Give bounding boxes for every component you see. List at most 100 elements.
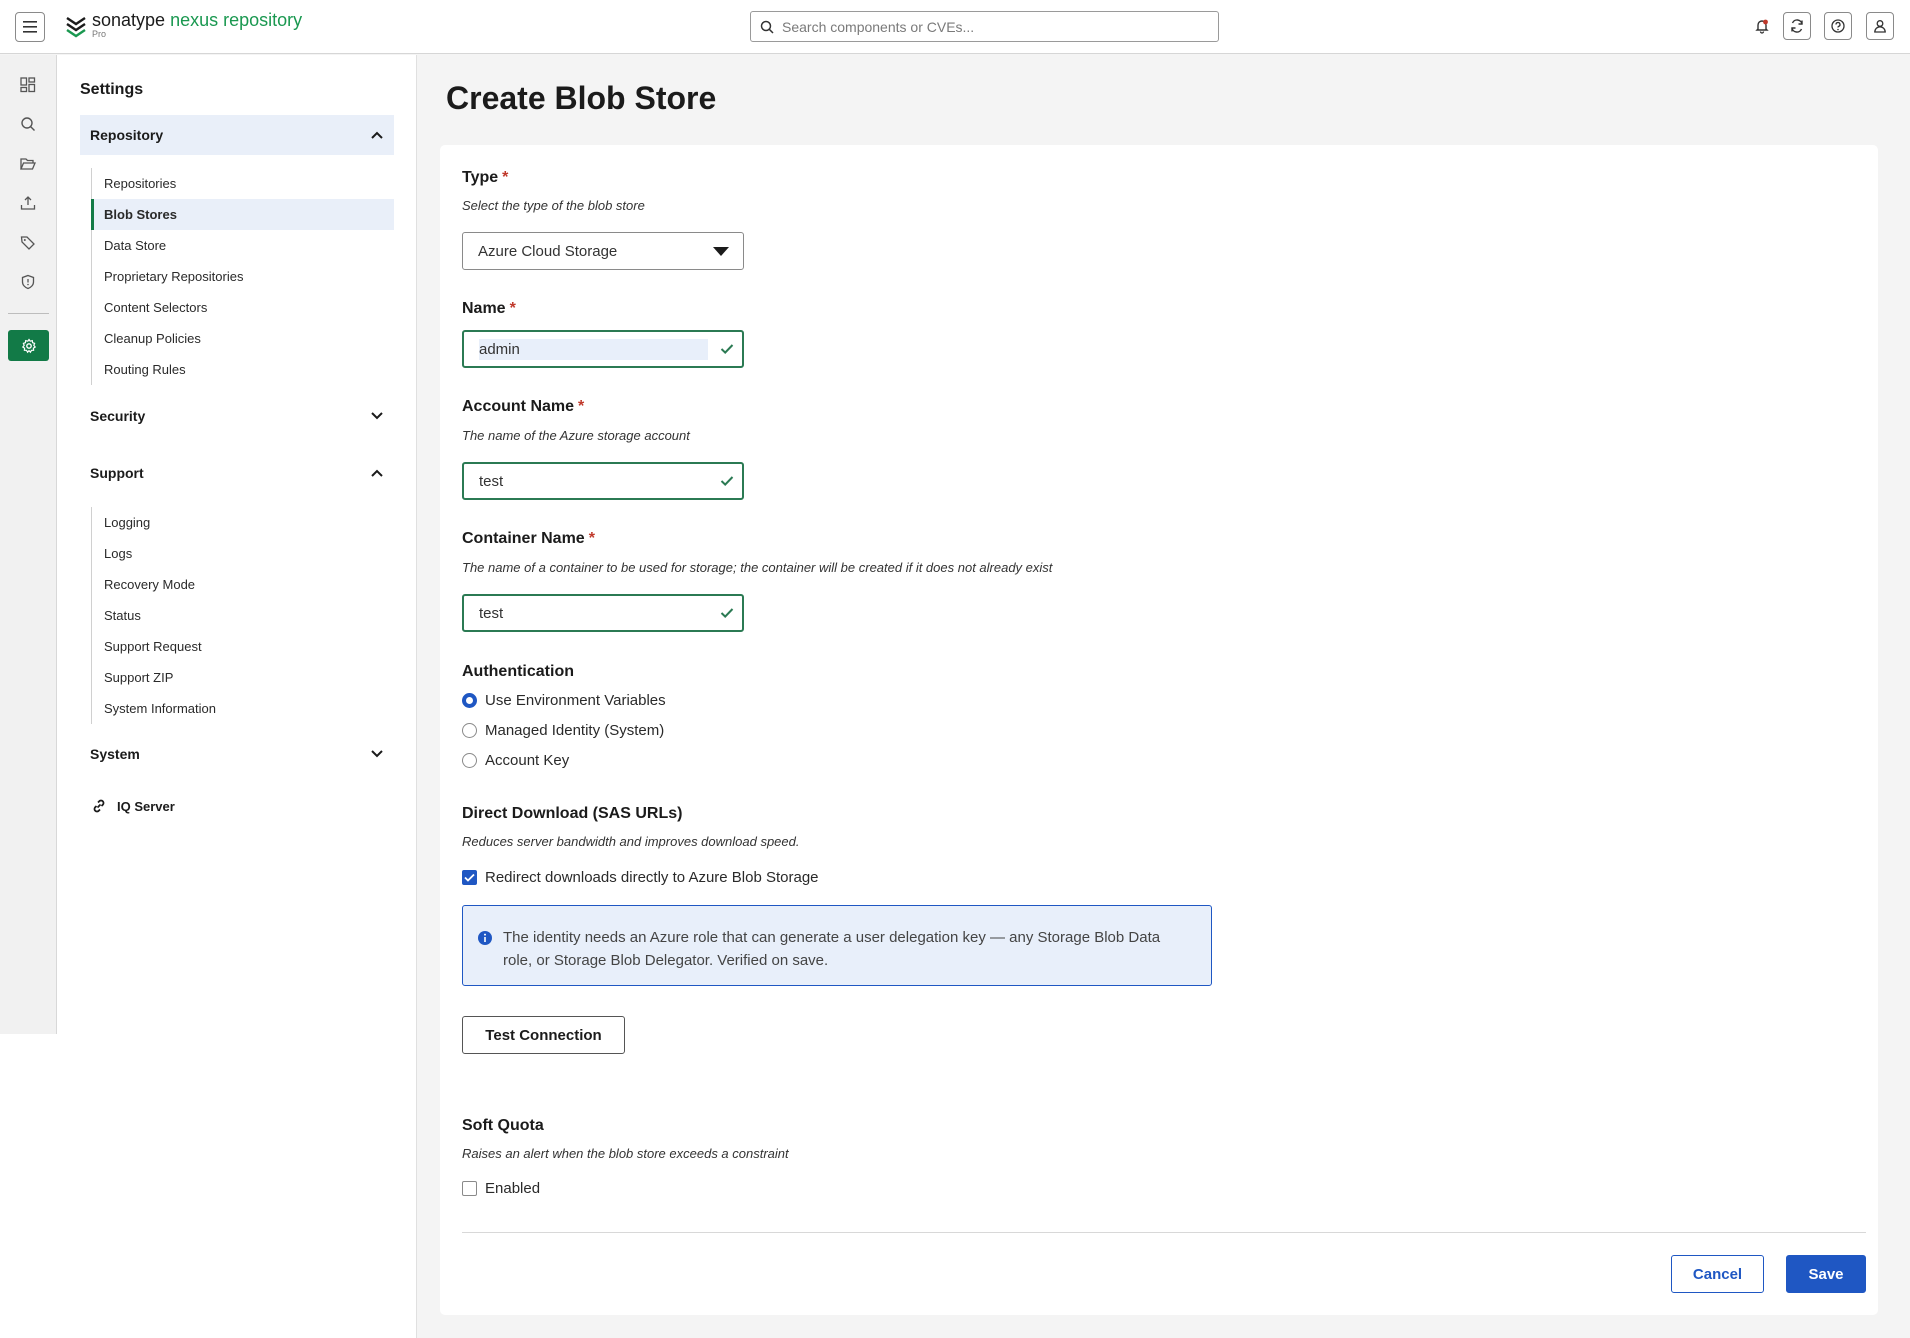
- container-name-label: Container Name *: [462, 530, 595, 548]
- radio-unselected[interactable]: [462, 753, 477, 768]
- check-icon: [712, 607, 742, 619]
- hamburger-menu-button[interactable]: [15, 12, 45, 42]
- type-select-value: Azure Cloud Storage: [478, 242, 618, 260]
- nav-repository-items: Repositories Blob Stores Data Store Prop…: [91, 168, 394, 385]
- radio-selected[interactable]: [462, 693, 477, 708]
- account-name-input[interactable]: test: [462, 462, 744, 500]
- gear-icon: [21, 337, 36, 353]
- nav-item-repositories[interactable]: Repositories: [92, 168, 394, 199]
- soft-quota-enabled-checkbox[interactable]: Enabled: [462, 1180, 540, 1197]
- chevron-up-icon: [371, 131, 383, 139]
- redirect-downloads-checkbox[interactable]: Redirect downloads directly to Azure Blo…: [462, 869, 819, 886]
- nav-item-blob-stores[interactable]: Blob Stores: [91, 199, 394, 230]
- rail-search-button[interactable]: [17, 113, 39, 135]
- checkbox-checked[interactable]: [462, 870, 477, 885]
- container-name-input-value: test: [479, 604, 504, 622]
- search-icon: [21, 117, 35, 131]
- auth-option-label: Managed Identity (System): [485, 722, 665, 739]
- rail-security-button[interactable]: [17, 271, 39, 293]
- lower-left-blank: [0, 1034, 57, 1338]
- tag-icon: [20, 236, 35, 250]
- soft-quota-hint: Raises an alert when the blob store exce…: [462, 1146, 789, 1161]
- global-search[interactable]: [750, 11, 1219, 42]
- nav-item-proprietary-repositories[interactable]: Proprietary Repositories: [92, 261, 394, 292]
- notifications-button[interactable]: [1748, 12, 1776, 40]
- cancel-button[interactable]: Cancel: [1671, 1255, 1764, 1293]
- nav-item-support-zip[interactable]: Support ZIP: [92, 662, 394, 693]
- name-label-text: Name: [462, 300, 506, 317]
- required-marker: *: [502, 169, 509, 186]
- search-input[interactable]: [782, 18, 1202, 35]
- auth-option-environment-variables[interactable]: Use Environment Variables: [462, 692, 666, 709]
- nav-item-routing-rules[interactable]: Routing Rules: [92, 354, 394, 385]
- top-header: sonatype nexus repository Pro: [0, 0, 1910, 54]
- nav-item-recovery-mode[interactable]: Recovery Mode: [92, 569, 394, 600]
- info-callout: The identity needs an Azure role that ca…: [462, 905, 1212, 986]
- nav-section-repository[interactable]: Repository: [80, 115, 394, 155]
- help-button[interactable]: [1824, 12, 1852, 40]
- nav-section-security[interactable]: Security: [80, 396, 394, 436]
- save-button[interactable]: Save: [1786, 1255, 1866, 1293]
- type-hint: Select the type of the blob store: [462, 198, 645, 213]
- nav-link-iq-server[interactable]: IQ Server: [91, 798, 175, 814]
- auth-option-label: Use Environment Variables: [485, 692, 666, 709]
- nav-item-system-information[interactable]: System Information: [92, 693, 394, 724]
- logo-product: nexus repository: [170, 10, 303, 30]
- sonatype-logo-icon: [66, 17, 86, 38]
- account-name-label-text: Account Name: [462, 398, 575, 415]
- container-name-label-text: Container Name: [462, 530, 585, 547]
- form-footer-divider: [462, 1232, 1866, 1233]
- nav-item-support-request[interactable]: Support Request: [92, 631, 394, 662]
- user-icon: [1874, 20, 1886, 33]
- name-input[interactable]: admin: [462, 330, 744, 368]
- folder-open-icon: [20, 158, 36, 170]
- caret-down-icon: [713, 247, 729, 256]
- logo-edition: Pro: [92, 29, 107, 39]
- checkmark-icon: [464, 873, 475, 882]
- rail-divider: [8, 313, 49, 314]
- container-name-input[interactable]: test: [462, 594, 744, 632]
- nav-item-logging[interactable]: Logging: [92, 507, 394, 538]
- rail-browse-button[interactable]: [17, 153, 39, 175]
- rail-tags-button[interactable]: [17, 232, 39, 254]
- auth-option-managed-identity[interactable]: Managed Identity (System): [462, 722, 664, 739]
- auth-option-account-key[interactable]: Account Key: [462, 752, 569, 769]
- rail-dashboard-button[interactable]: [17, 74, 39, 96]
- app-logo[interactable]: sonatype nexus repository Pro: [64, 10, 303, 39]
- checkbox-unchecked[interactable]: [462, 1181, 477, 1196]
- refresh-button[interactable]: [1783, 12, 1811, 40]
- nav-link-iq-server-label: IQ Server: [117, 798, 175, 814]
- nav-support-items: Logging Logs Recovery Mode Status Suppor…: [91, 507, 394, 724]
- upload-icon: [20, 196, 36, 210]
- logo-brand: sonatype: [92, 10, 166, 30]
- shield-icon: [21, 274, 35, 290]
- type-select[interactable]: Azure Cloud Storage: [462, 232, 744, 270]
- rail-settings-button[interactable]: [8, 330, 49, 361]
- nav-section-support[interactable]: Support: [80, 453, 394, 493]
- direct-download-hint: Reduces server bandwidth and improves do…: [462, 834, 800, 849]
- nav-section-security-label: Security: [90, 408, 146, 424]
- soft-quota-enabled-label: Enabled: [485, 1180, 541, 1197]
- info-icon: [478, 931, 492, 945]
- user-account-button[interactable]: [1866, 12, 1894, 40]
- nav-item-status[interactable]: Status: [92, 600, 394, 631]
- type-label: Type *: [462, 169, 508, 187]
- radio-unselected[interactable]: [462, 723, 477, 738]
- nav-item-data-store[interactable]: Data Store: [92, 230, 394, 261]
- test-connection-button[interactable]: Test Connection: [462, 1016, 625, 1054]
- nav-section-repository-label: Repository: [90, 127, 164, 143]
- name-input-value: admin: [479, 338, 708, 360]
- check-icon: [712, 475, 742, 487]
- required-marker: *: [509, 300, 516, 317]
- rail-upload-button[interactable]: [17, 192, 39, 214]
- name-label: Name *: [462, 300, 516, 318]
- nav-item-logs[interactable]: Logs: [92, 538, 394, 569]
- account-name-hint: The name of the Azure storage account: [462, 428, 690, 443]
- account-name-label: Account Name *: [462, 398, 584, 416]
- nav-section-system[interactable]: System: [80, 734, 394, 774]
- nav-item-content-selectors[interactable]: Content Selectors: [92, 292, 394, 323]
- auth-option-label: Account Key: [485, 752, 570, 769]
- chevron-down-icon: [371, 750, 383, 758]
- link-icon: [93, 799, 105, 813]
- nav-item-cleanup-policies[interactable]: Cleanup Policies: [92, 323, 394, 354]
